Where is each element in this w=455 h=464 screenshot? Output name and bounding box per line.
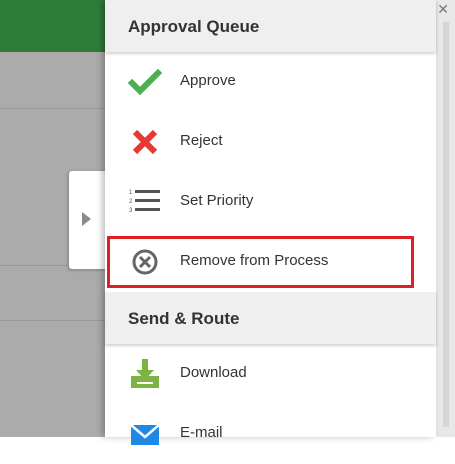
numbered-list-icon: 1 2 3 — [129, 190, 160, 214]
svg-text:1: 1 — [129, 190, 133, 196]
section-title: Send & Route — [128, 309, 240, 328]
menu-item-label: Download — [180, 364, 247, 381]
collapse-panel-tab[interactable] — [69, 171, 107, 269]
menu-item-download[interactable]: Download — [105, 344, 436, 404]
menu-item-email[interactable]: E-mail — [105, 404, 436, 464]
section-header-approval-queue: Approval Queue — [105, 0, 436, 52]
email-icon — [130, 424, 160, 445]
x-icon — [132, 129, 158, 155]
section-title: Approval Queue — [128, 17, 260, 36]
menu-item-label: Reject — [180, 132, 223, 149]
highlight-box — [107, 236, 414, 288]
svg-text:3: 3 — [129, 208, 133, 214]
close-icon[interactable]: ✕ — [437, 2, 449, 16]
menu-item-label: Approve — [180, 72, 236, 89]
download-icon — [131, 359, 159, 388]
menu-item-approve[interactable]: Approve — [105, 52, 436, 112]
checkmark-icon — [127, 68, 163, 96]
chevron-right-icon — [82, 212, 91, 226]
svg-text:2: 2 — [129, 199, 133, 205]
action-panel: Approval Queue Approve Reject 1 2 3 Set … — [105, 0, 436, 445]
right-rail: ✕ — [435, 0, 455, 437]
menu-item-reject[interactable]: Reject — [105, 112, 436, 172]
menu-item-label: E-mail — [180, 424, 223, 441]
menu-item-set-priority[interactable]: 1 2 3 Set Priority — [105, 172, 436, 232]
background-divider — [0, 108, 110, 109]
background-divider — [0, 320, 110, 321]
scrollbar[interactable] — [443, 22, 449, 427]
section-header-send-route: Send & Route — [105, 292, 436, 344]
menu-item-label: Set Priority — [180, 192, 254, 209]
background-app-header — [0, 0, 120, 52]
